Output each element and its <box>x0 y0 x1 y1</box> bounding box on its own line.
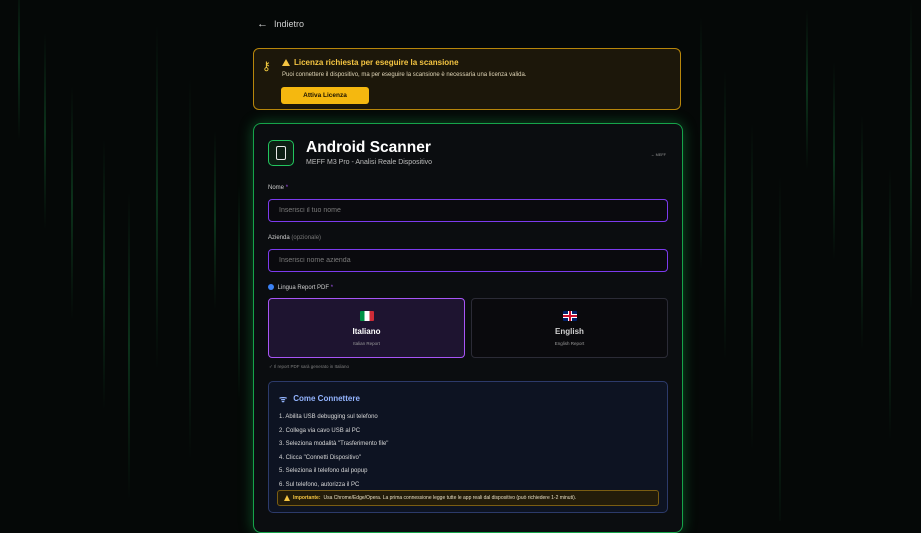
rain-streak <box>779 176 781 521</box>
rain-streak <box>889 168 891 440</box>
required-mark: * <box>285 185 289 191</box>
optional-text: (opzionale) <box>291 235 322 241</box>
rain-streak <box>156 25 158 370</box>
list-item: 1. Abilita USB debugging sul telefono <box>279 414 378 420</box>
phone-icon <box>268 140 294 166</box>
language-name: Italiano <box>352 327 381 336</box>
important-label: Importante: <box>293 495 321 501</box>
required-mark: * <box>330 285 334 291</box>
globe-icon <box>268 284 274 290</box>
italy-flag-icon <box>359 311 374 321</box>
rain-streak <box>128 192 130 500</box>
list-item: 3. Seleziona modalità "Trasferimento fil… <box>279 441 389 447</box>
key-icon: ⚷ <box>262 59 271 73</box>
name-input[interactable] <box>268 199 668 222</box>
language-option-italiano[interactable]: Italiano Italian Report <box>268 298 465 358</box>
rain-streak <box>861 115 863 350</box>
rain-streak <box>103 139 105 410</box>
rain-streak <box>214 131 216 310</box>
language-label-text: Lingua Report PDF <box>277 285 330 291</box>
wifi-icon: ᯤ <box>279 394 288 404</box>
language-sub: English Report <box>554 341 585 346</box>
list-item: 2. Collega via cavo USB al PC <box>279 427 361 434</box>
scanner-title: Android Scanner <box>306 139 431 156</box>
license-title-text: Licenza richiesta per eseguire la scansi… <box>294 58 459 67</box>
list-item: 5. Seleziona il telefono dal popup <box>279 468 368 474</box>
name-label: Nome * <box>268 185 288 191</box>
warning-icon <box>282 59 290 66</box>
company-input[interactable] <box>268 249 668 272</box>
back-label: Indietro <box>274 19 305 29</box>
license-description: Puoi connettere il dispositivo, ma per e… <box>282 72 527 78</box>
rain-streak <box>18 0 20 140</box>
language-name: English <box>555 327 584 336</box>
steps-list: 1. Abilita USB debugging sul telefono 2.… <box>279 411 388 492</box>
back-link[interactable]: ← Indietro <box>257 18 304 30</box>
scanner-subtitle: MEFF M3 Pro - Analisi Reale Dispositivo <box>306 159 433 166</box>
meff-badge[interactable]: ← MEFF <box>651 153 666 157</box>
how-to-title: ᯤ Come Connettere <box>279 392 360 405</box>
rain-streak <box>44 33 46 230</box>
language-option-english[interactable]: English English Report <box>471 298 668 358</box>
uk-flag-icon <box>562 311 577 321</box>
rain-streak <box>700 17 702 270</box>
license-banner: ⚷ Licenza richiesta per eseguire la scan… <box>253 48 681 110</box>
rain-streak <box>71 86 73 320</box>
rain-streak <box>724 70 726 360</box>
rain-streak <box>833 62 835 260</box>
how-to-connect-panel: ᯤ Come Connettere 1. Abilita USB debuggi… <box>268 381 668 513</box>
rain-streak <box>238 184 240 400</box>
warning-icon <box>284 495 290 501</box>
rain-streak <box>751 123 753 450</box>
license-title: Licenza richiesta per eseguire la scansi… <box>282 58 459 67</box>
company-label-text: Azienda <box>268 235 290 241</box>
activate-license-button[interactable]: Attiva Licenza <box>281 87 369 104</box>
language-note: ✓ Il report PDF sarà generato in Italian… <box>269 364 350 369</box>
important-text: Usa Chrome/Edge/Opera. La prima connessi… <box>323 495 577 501</box>
list-item: 4. Clicca "Connetti Dispositivo" <box>279 454 361 461</box>
important-note: Importante: Usa Chrome/Edge/Opera. La pr… <box>277 490 659 506</box>
name-label-text: Nome <box>268 185 285 191</box>
rain-streak <box>189 78 191 460</box>
company-label: Azienda (opzionale) <box>268 235 321 241</box>
language-label: Lingua Report PDF * <box>268 284 333 291</box>
arrow-left-icon: ← <box>257 18 268 30</box>
how-to-title-text: Come Connettere <box>293 394 360 403</box>
language-sub: Italian Report <box>353 341 380 346</box>
rain-streak <box>806 9 808 170</box>
page-container: ← Indietro ⚷ Licenza richiesta per esegu… <box>253 0 685 533</box>
scanner-card: Android Scanner MEFF M3 Pro - Analisi Re… <box>253 123 683 533</box>
rain-streak <box>910 1 912 310</box>
